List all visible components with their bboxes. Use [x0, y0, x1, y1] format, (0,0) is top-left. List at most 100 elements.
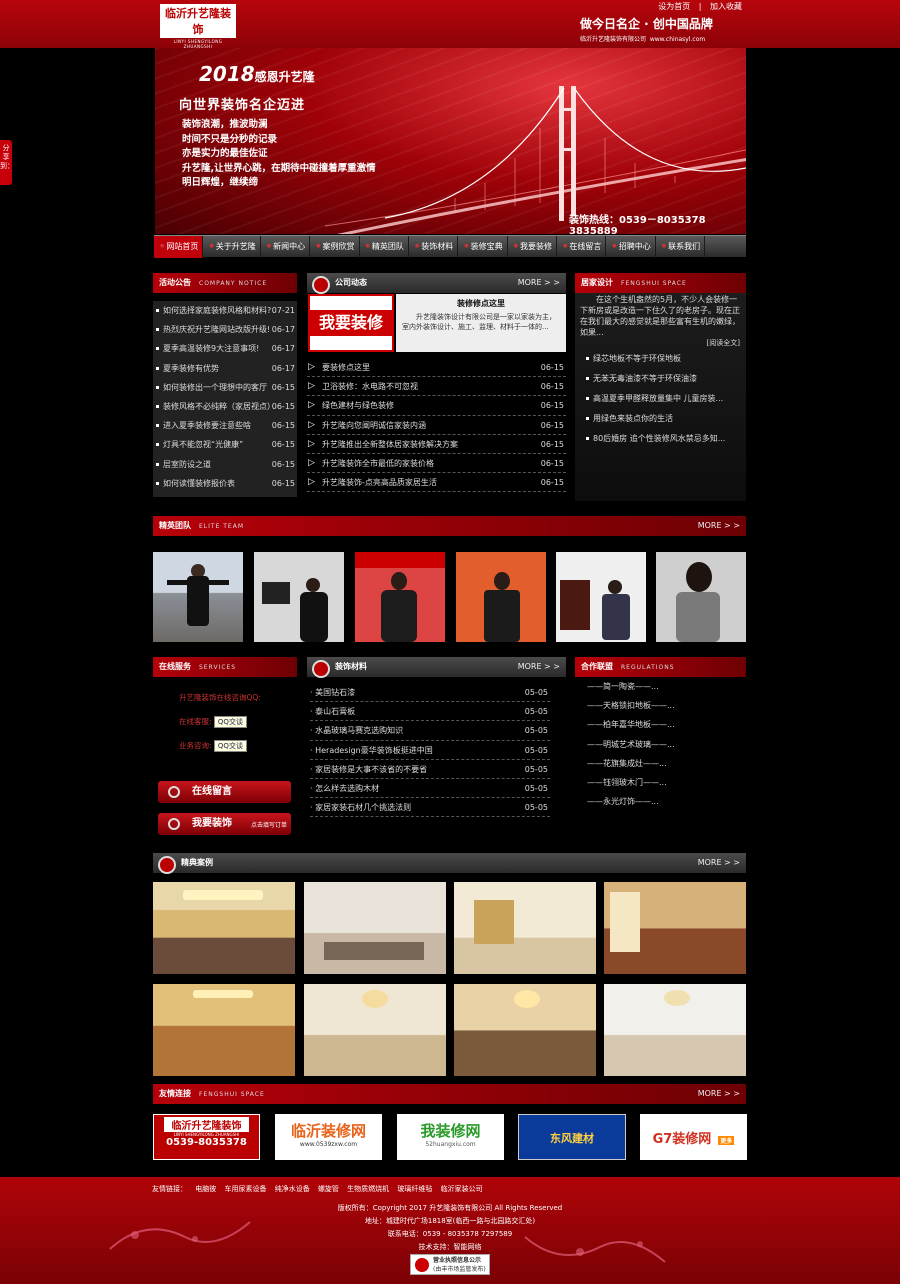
team-more-link[interactable]: MORE > >: [698, 516, 740, 536]
nav-decorate[interactable]: 我要装修: [508, 236, 557, 258]
license-badge[interactable]: 营业执照信息公示 (由丰市场监管发布): [410, 1254, 490, 1275]
item-date: 06-15: [540, 439, 564, 449]
friends-more-link[interactable]: MORE > >: [698, 1084, 740, 1104]
case-photo[interactable]: [304, 984, 446, 1076]
list-item[interactable]: 绿色建材与绿色装修 06-15: [307, 396, 566, 416]
cases-more-link[interactable]: MORE > >: [698, 853, 740, 873]
friends-title: 友情连接: [159, 1089, 191, 1098]
footer-link[interactable]: 生物质燃烧机: [347, 1185, 389, 1193]
decorate-button[interactable]: 我要装饰 点击填写订单: [158, 813, 291, 835]
add-favorite-link[interactable]: 加入收藏: [710, 2, 742, 11]
list-item[interactable]: · 美国钻石漆 05-05: [310, 683, 550, 703]
nav-about[interactable]: 关于升艺隆: [203, 236, 261, 258]
list-item[interactable]: · 家居装修是大事不该省的不要省 05-05: [310, 760, 550, 779]
case-photo[interactable]: [604, 882, 746, 974]
news-feature-image[interactable]: 我要装修: [308, 294, 394, 352]
nav-contact[interactable]: 联系我们: [656, 236, 706, 258]
online-message-button[interactable]: 在线留言: [158, 781, 291, 803]
case-photo[interactable]: [604, 984, 746, 1076]
materials-title: 装饰材料: [335, 662, 367, 671]
list-item[interactable]: · 怎么样去选购木材 05-05: [310, 779, 550, 799]
list-item[interactable]: · 泰山石膏板 05-05: [310, 702, 550, 722]
friend-logo[interactable]: 临沂升艺隆装饰 LINYI SHENGYILONG ZHUANGSHI 0539…: [153, 1114, 260, 1160]
friend-logo[interactable]: 我装修网 52huangxiu.com: [397, 1114, 504, 1160]
list-item[interactable]: 绿芯地板不等于环保地板: [583, 349, 746, 369]
team-photo[interactable]: [254, 552, 344, 642]
partners-title-en: REGULATIONS: [621, 664, 675, 671]
news-title: 公司动态: [335, 278, 367, 287]
read-more-link[interactable]: [阅读全文]: [575, 338, 746, 348]
news-feature-title[interactable]: 装修修点这里: [402, 298, 560, 309]
qq-chat-button[interactable]: QQ交谈: [213, 716, 247, 728]
list-item[interactable]: ——永光灯饰——...: [587, 792, 742, 811]
team-photo[interactable]: [556, 552, 646, 642]
footer-link[interactable]: 车用尿素设备: [224, 1185, 266, 1193]
footer-link[interactable]: 玻璃纤维毡: [397, 1185, 432, 1193]
list-item[interactable]: 要装修点这里 06-15: [307, 358, 566, 378]
list-item[interactable]: ——柏年嘉华地板——...: [587, 715, 742, 734]
list-item[interactable]: ——钰翎玻木门——...: [587, 773, 742, 792]
team-photo[interactable]: [456, 552, 546, 642]
list-item[interactable]: 升艺隆向您阐明诚信家装内涵 06-15: [307, 416, 566, 435]
list-item[interactable]: 无苯无毒油漆不等于环保油漆: [583, 369, 746, 389]
list-item[interactable]: 如何读懂装修报价表 06-15: [153, 474, 297, 493]
friend-logo[interactable]: 临沂装修网 www.0539zxw.com: [275, 1114, 382, 1160]
nav-materials[interactable]: 装饰材料: [409, 236, 459, 258]
license-icon: [415, 1258, 429, 1272]
footer-link[interactable]: 电脑彼: [195, 1185, 216, 1193]
list-item[interactable]: 用绿色来装点你的生活: [583, 409, 746, 429]
footer-link[interactable]: 纯净水设备: [275, 1185, 310, 1193]
list-item[interactable]: 层室防设之道 06-15: [153, 455, 297, 474]
nav-jobs[interactable]: 招聘中心: [606, 236, 656, 258]
list-item[interactable]: · 家居家装石材几个挑选法则 05-05: [310, 798, 550, 818]
case-photo[interactable]: [454, 984, 596, 1076]
footer-links: 友情链接： 电脑彼 车用尿素设备 纯净水设备 螺旋管 生物质燃烧机 玻璃纤维毡 …: [152, 1184, 489, 1194]
list-item[interactable]: ——天格锁扣地板——...: [587, 696, 742, 715]
site-logo[interactable]: 临沂升艺隆装饰 LINYI SHENGYILONG ZHUANGSHI 0539…: [160, 4, 236, 73]
list-item[interactable]: 夏季高温装修9大注意事项! 06-17: [153, 339, 297, 358]
friend-logo[interactable]: G7装修网 更多: [640, 1114, 747, 1160]
list-item[interactable]: 高温夏季甲醛释放量集中 儿童房装...: [583, 389, 746, 409]
list-item[interactable]: 装修风格不必纯粹（家居视点） 06-15: [153, 397, 297, 416]
footer-link[interactable]: 螺旋管: [318, 1185, 339, 1193]
news-more-link[interactable]: MORE > >: [518, 273, 560, 293]
list-item[interactable]: 灯具不能忽视“光健康” 06-15: [153, 435, 297, 454]
list-item[interactable]: 如何装修出一个理想中的客厅 06-15: [153, 378, 297, 397]
list-item[interactable]: 卫浴装修：水电路不可忽视 06-15: [307, 377, 566, 397]
list-item[interactable]: 进入夏季装修要注意些啥 06-15: [153, 416, 297, 435]
case-photo[interactable]: [153, 882, 295, 974]
nav-message[interactable]: 在线留言: [557, 236, 607, 258]
nav-team[interactable]: 精英团队: [360, 236, 409, 258]
list-item[interactable]: 升艺隆推出全新整体居家装修解决方案 06-15: [307, 435, 566, 454]
share-tab[interactable]: 分享到：: [0, 140, 14, 185]
set-homepage-link[interactable]: 设为首页: [658, 2, 690, 11]
list-item[interactable]: 升艺隆装饰全市最低的家装价格 06-15: [307, 454, 566, 474]
decorate-icon: [168, 818, 180, 830]
case-photo[interactable]: [454, 882, 596, 974]
team-photo[interactable]: [656, 552, 746, 642]
slogan-url: www.chinasyl.com: [649, 36, 706, 43]
item-date: 05-05: [524, 688, 548, 697]
list-item[interactable]: 升艺隆装饰-点亮高品质家居生活 06-15: [307, 473, 566, 493]
nav-news[interactable]: 新闻中心: [261, 236, 311, 258]
list-item[interactable]: 80后婚房 追个性装修风水禁忌多知...: [583, 429, 746, 449]
friend-logo[interactable]: 东风建材: [518, 1114, 626, 1160]
list-item[interactable]: 热烈庆祝升艺隆网站改版升级! 06-17: [153, 320, 297, 339]
list-item[interactable]: ——简一陶瓷——...: [587, 677, 742, 696]
case-photo[interactable]: [304, 882, 446, 974]
team-photo[interactable]: [153, 552, 243, 642]
case-photo[interactable]: [153, 984, 295, 1076]
team-photo[interactable]: [355, 552, 445, 642]
materials-more-link[interactable]: MORE > >: [518, 657, 560, 677]
nav-cases[interactable]: 案例欣赏: [310, 236, 360, 258]
list-item[interactable]: 如何选择家庭装修风格和材料? 07-21: [153, 301, 297, 320]
footer-link[interactable]: 临沂家装公司: [441, 1185, 483, 1193]
nav-guide[interactable]: 装修宝典: [458, 236, 508, 258]
list-item[interactable]: ——花旗集成灶——...: [587, 754, 742, 773]
list-item[interactable]: · 水晶玻璃马赛克选购知识 05-05: [310, 721, 550, 741]
list-item[interactable]: · Heradesign豪华装饰板挺进中国 05-05: [310, 741, 550, 760]
qq-chat-button[interactable]: QQ交谈: [213, 740, 247, 752]
nav-home[interactable]: 网站首页: [154, 236, 204, 258]
list-item[interactable]: ——明城艺术玻璃——...: [587, 735, 742, 754]
list-item[interactable]: 夏季装修有优势 06-17: [153, 359, 297, 378]
